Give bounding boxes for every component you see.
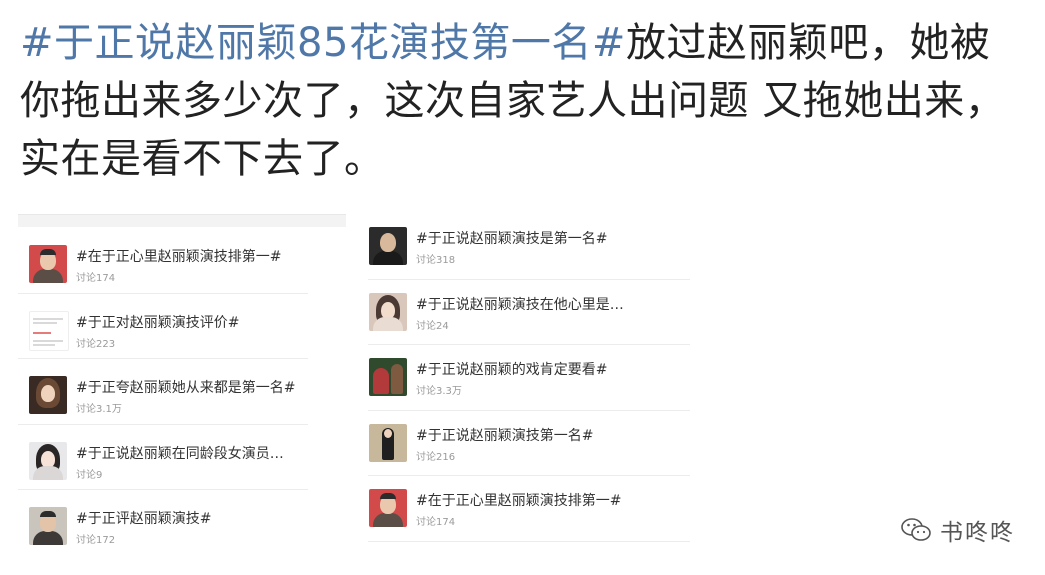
topic-title: #在于正心里赵丽颖演技排第一# [416,493,622,509]
topic-title: #于正对赵丽颖演技评价# [76,314,240,331]
document-thumbnail [29,310,69,351]
screenshot-top-strip [18,214,346,227]
man-face-thumbnail [29,245,67,283]
topic-row[interactable]: #在于正心里赵丽颖演技排第一# 讨论174 [368,476,690,542]
wechat-icon [901,518,931,541]
topic-row[interactable]: #于正评赵丽颖演技# 讨论172 [18,490,308,556]
topic-list-right: #于正说赵丽颖演技是第一名# 讨论318 #于正说赵丽颖演技在他心里是… 讨论2… [368,214,690,542]
woman-face-thumbnail [29,441,67,480]
drama-still-thumbnail [369,358,407,396]
topic-count: 讨论318 [416,255,456,266]
topic-row[interactable]: #于正说赵丽颖在同龄段女演员… 讨论9 [18,425,308,490]
post-hashtag-link[interactable]: #于正说赵丽颖85花演技第一名# [20,20,626,66]
woman-face-thumbnail [369,292,407,331]
topic-row[interactable]: #在于正心里赵丽颖演技排第一# 讨论174 [18,228,308,294]
topic-count: 讨论172 [76,535,116,546]
topic-title: #于正说赵丽颖的戏肯定要看# [416,362,608,378]
topic-title: #于正说赵丽颖演技第一名# [416,427,594,444]
watermark: 书咚咚 [900,513,1015,547]
topic-list-left: #在于正心里赵丽颖演技排第一# 讨论174 #于正对赵丽颖演技评价# 讨论223… [18,228,308,556]
topic-row[interactable]: #于正对赵丽颖演技评价# 讨论223 [18,294,308,359]
watermark-text: 书咚咚 [940,520,1015,546]
post-text: #于正说赵丽颖85花演技第一名#放过赵丽颖吧，她被你拖出来多少次了，这次自家艺人… [20,14,1025,188]
topic-title: #于正说赵丽颖在同龄段女演员… [76,445,284,462]
topic-row[interactable]: #于正说赵丽颖演技是第一名# 讨论318 [368,214,690,280]
topic-title: #于正说赵丽颖演技在他心里是… [416,296,624,313]
topic-count: 讨论24 [416,320,449,332]
topic-count: 讨论3.1万 [76,404,122,415]
topic-title: #于正说赵丽颖演技是第一名# [416,231,608,247]
topic-row[interactable]: #于正夸赵丽颖她从来都是第一名# 讨论3.1万 [18,359,308,425]
topic-count: 讨论216 [416,451,456,463]
man-face-thumbnail [29,507,67,545]
man-face-thumbnail [369,227,407,265]
embedded-screenshot: #在于正心里赵丽颖演技排第一# 讨论174 #于正对赵丽颖演技评价# 讨论223… [18,214,690,562]
topic-row[interactable]: #于正说赵丽颖的戏肯定要看# 讨论3.3万 [368,345,690,411]
topic-count: 讨论9 [76,469,103,481]
topic-count: 讨论174 [76,273,116,284]
topic-count: 讨论174 [416,517,456,528]
topic-row[interactable]: #于正说赵丽颖演技第一名# 讨论216 [368,411,690,476]
topic-title: #于正评赵丽颖演技# [76,511,212,527]
woman-face-thumbnail [29,376,67,414]
topic-count: 讨论223 [76,338,116,350]
topic-row[interactable]: #于正说赵丽颖演技在他心里是… 讨论24 [368,280,690,345]
topic-title: #于正夸赵丽颖她从来都是第一名# [76,380,296,396]
topic-count: 讨论3.3万 [416,386,462,397]
man-face-thumbnail [369,489,407,527]
topic-title: #在于正心里赵丽颖演技排第一# [76,249,282,265]
woman-standing-thumbnail [369,423,407,462]
